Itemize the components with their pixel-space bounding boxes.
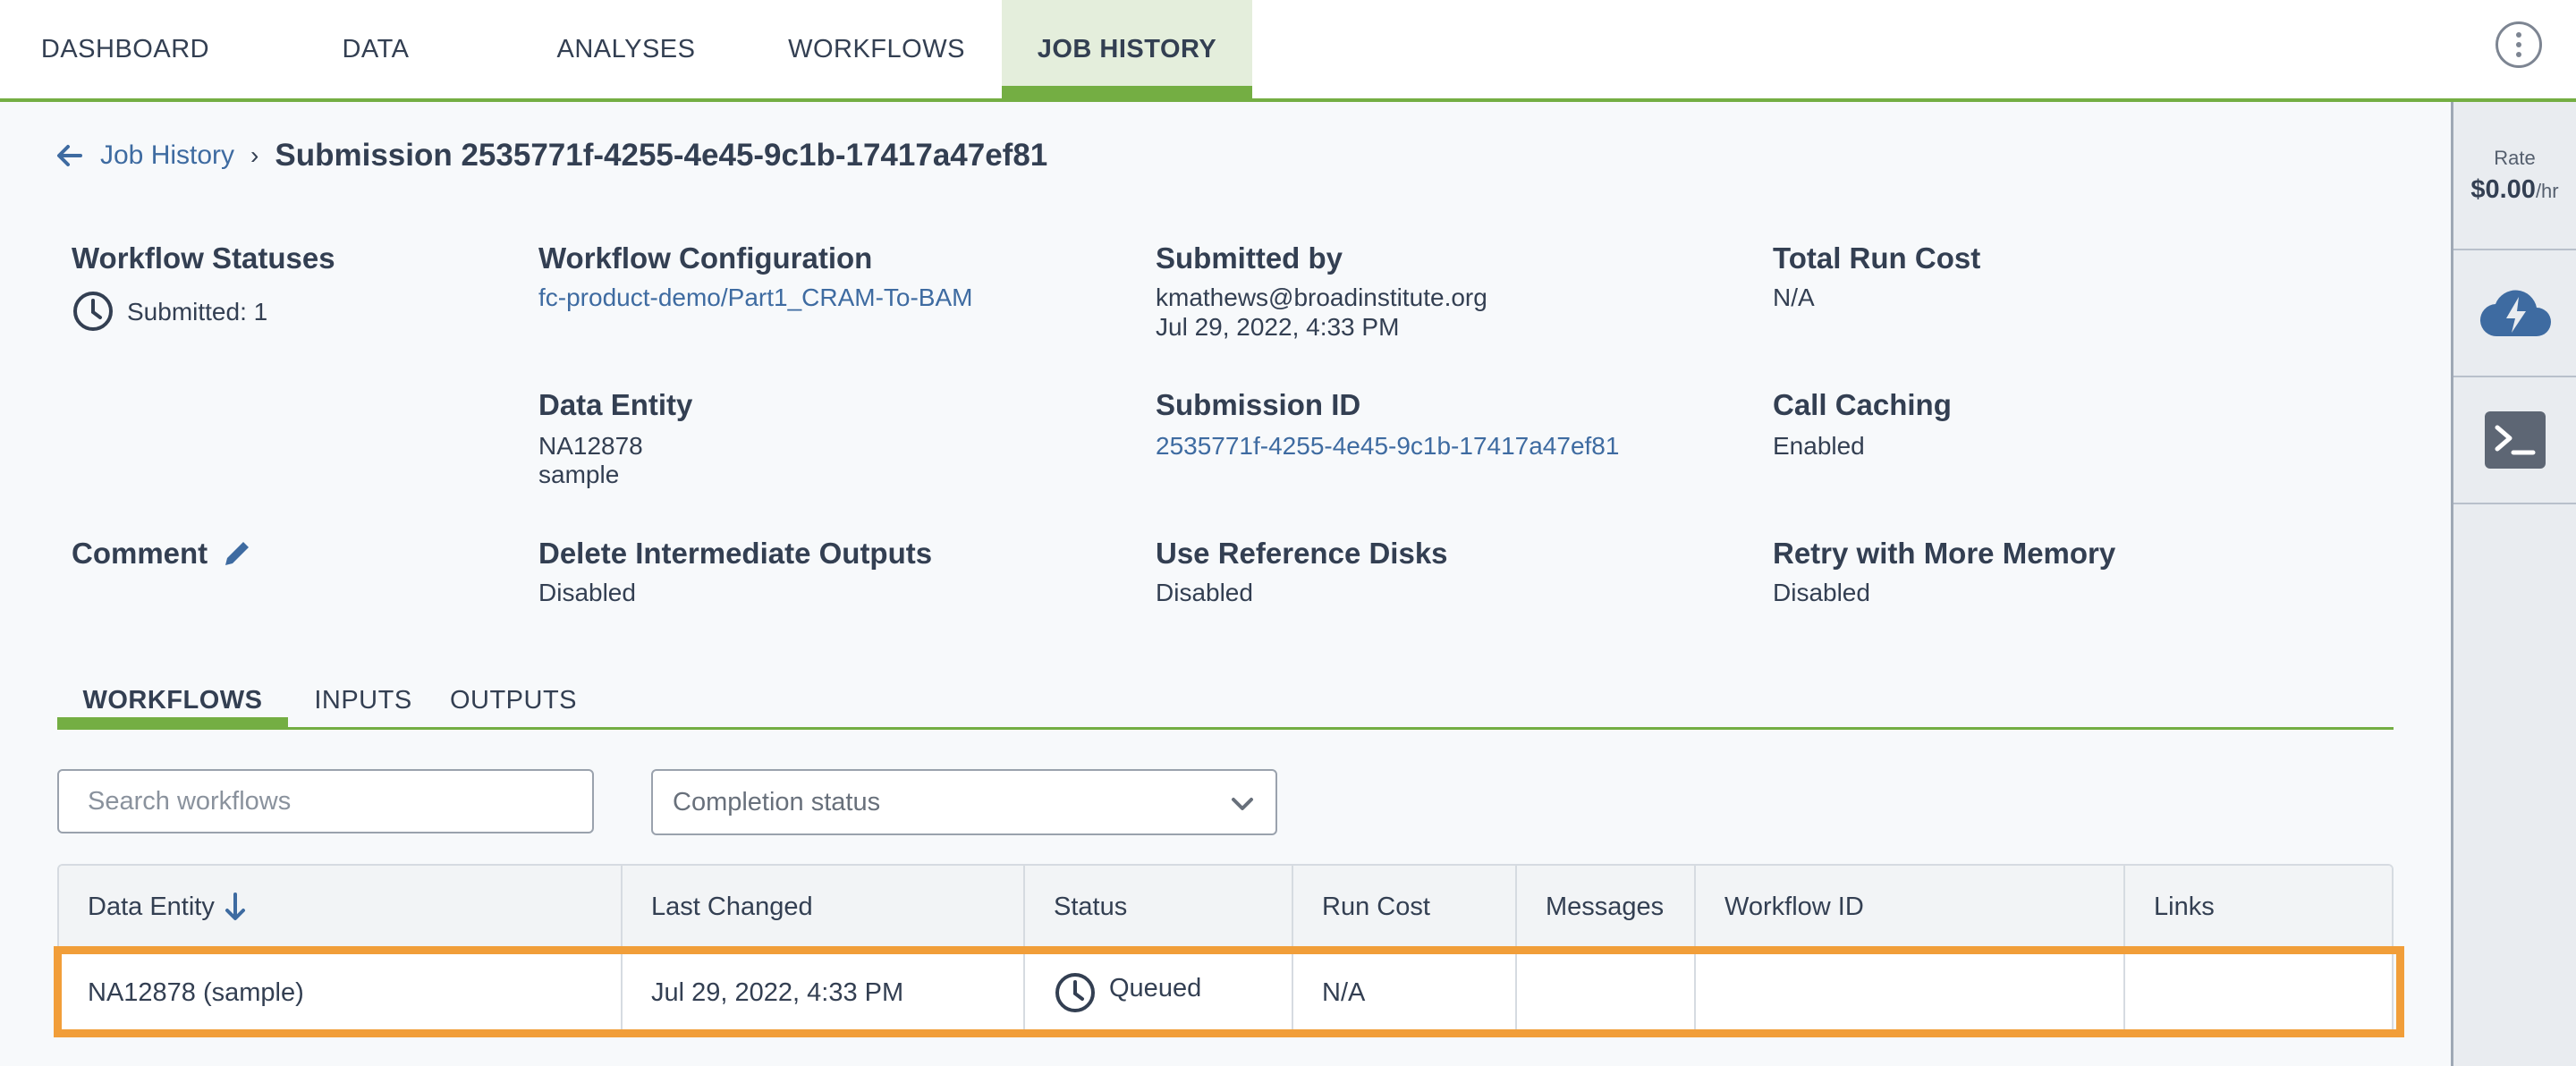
call-caching-value: Enabled: [1773, 432, 1865, 460]
chevron-down-icon: [1232, 798, 1253, 810]
cell-workflow-id: [1696, 948, 2125, 1036]
breadcrumb-separator: ›: [250, 141, 259, 169]
arrow-left-icon[interactable]: [55, 141, 84, 170]
tab-dashboard[interactable]: DASHBOARD: [0, 0, 250, 98]
cell-last-changed: Jul 29, 2022, 4:33 PM: [623, 948, 1025, 1036]
use-reference-disks-value: Disabled: [1156, 579, 1253, 606]
submission-subtabs: WORKFLOWS INPUTS OUTPUTS: [57, 674, 2394, 730]
subtab-workflows[interactable]: WORKFLOWS: [57, 674, 288, 730]
search-workflows-input[interactable]: [57, 769, 594, 833]
right-rail: Rate $0.00/hr: [2451, 102, 2576, 1066]
table-header: Data Entity Last Changed Status Run Cost…: [59, 866, 2392, 948]
top-nav: DASHBOARD DATA ANALYSES WORKFLOWS JOB HI…: [0, 0, 2576, 102]
total-run-cost-label: Total Run Cost: [1773, 241, 1981, 275]
cell-run-cost: N/A: [1293, 948, 1517, 1036]
rate-unit: /hr: [2535, 179, 2559, 202]
use-reference-disks-label: Use Reference Disks: [1156, 537, 1448, 570]
rate-amount: $0.00: [2470, 174, 2536, 204]
main-content: Job History › Submission 2535771f-4255-4…: [0, 102, 2451, 1066]
cell-status: Queued: [1025, 948, 1293, 1036]
column-header-status[interactable]: Status: [1025, 866, 1293, 948]
workflow-status-count: Submitted: 1: [127, 297, 268, 326]
column-header-data-entity[interactable]: Data Entity: [59, 866, 623, 948]
retry-with-more-memory-value: Disabled: [1773, 579, 1870, 606]
terminal-button[interactable]: [2453, 377, 2576, 504]
subtab-outputs[interactable]: OUTPUTS: [445, 674, 581, 727]
column-header-label: Data Entity: [88, 892, 215, 921]
clock-icon: [1055, 973, 1095, 1012]
rate-value: $0.00/hr: [2470, 175, 2558, 205]
breadcrumb: Job History › Submission 2535771f-4255-4…: [55, 138, 1047, 173]
clock-icon: [73, 292, 113, 331]
cell-links: [2125, 948, 2392, 1036]
call-caching-label: Call Caching: [1773, 388, 1952, 421]
cell-messages: [1517, 948, 1696, 1036]
workflow-statuses-label: Workflow Statuses: [72, 241, 335, 275]
tab-data[interactable]: DATA: [250, 0, 501, 98]
cloud-environment-icon: [2479, 290, 2551, 337]
comment-label: Comment: [72, 537, 208, 570]
submitted-by-label: Submitted by: [1156, 241, 1343, 275]
subtab-inputs[interactable]: INPUTS: [306, 674, 420, 727]
submission-id-link[interactable]: 2535771f-4255-4e45-9c1b-17417a47ef81: [1156, 431, 1619, 461]
more-vertical-icon[interactable]: [2496, 21, 2542, 68]
workflow-configuration-label: Workflow Configuration: [538, 241, 873, 275]
submitted-date: Jul 29, 2022, 4:33 PM: [1156, 313, 1400, 341]
submitted-by-user: kmathews@broadinstitute.org: [1156, 283, 1487, 311]
column-header-run-cost[interactable]: Run Cost: [1293, 866, 1517, 948]
breadcrumb-job-history-link[interactable]: Job History: [100, 140, 234, 171]
data-entity-name: NA12878: [538, 432, 643, 460]
column-header-workflow-id[interactable]: Workflow ID: [1696, 866, 2125, 948]
data-entity-type: sample: [538, 461, 620, 488]
workflows-table: Data Entity Last Changed Status Run Cost…: [57, 864, 2394, 1037]
data-entity-label: Data Entity: [538, 388, 693, 421]
workflow-statuses-value: Submitted: 1: [72, 290, 267, 333]
status-text: Queued: [1109, 973, 1202, 1003]
delete-intermediate-outputs-label: Delete Intermediate Outputs: [538, 537, 933, 570]
retry-with-more-memory-label: Retry with More Memory: [1773, 537, 2116, 570]
completion-status-placeholder: Completion status: [673, 787, 881, 816]
pencil-icon[interactable]: [222, 538, 252, 569]
column-header-messages[interactable]: Messages: [1517, 866, 1696, 948]
tab-workflows[interactable]: WORKFLOWS: [751, 0, 1002, 98]
workflow-configuration-link[interactable]: fc-product-demo/Part1_CRAM-To-BAM: [538, 283, 972, 312]
cell-data-entity[interactable]: NA12878 (sample): [59, 948, 623, 1036]
arrow-down-icon: [225, 893, 245, 920]
rate-panel: Rate $0.00/hr: [2453, 102, 2576, 250]
delete-intermediate-outputs-value: Disabled: [538, 579, 636, 606]
terminal-icon: [2484, 411, 2546, 469]
tab-analyses[interactable]: ANALYSES: [501, 0, 751, 98]
page-title: Submission 2535771f-4255-4e45-9c1b-17417…: [275, 138, 1048, 173]
column-header-last-changed[interactable]: Last Changed: [623, 866, 1025, 948]
comment-field: Comment: [72, 537, 252, 571]
submission-id-label: Submission ID: [1156, 388, 1361, 421]
completion-status-select[interactable]: Completion status: [651, 769, 1277, 835]
tab-job-history[interactable]: JOB HISTORY: [1002, 0, 1252, 98]
rate-label: Rate: [2494, 146, 2536, 169]
column-header-links[interactable]: Links: [2125, 866, 2392, 948]
cloud-environment-button[interactable]: [2453, 250, 2576, 377]
total-run-cost-value: N/A: [1773, 283, 1815, 311]
